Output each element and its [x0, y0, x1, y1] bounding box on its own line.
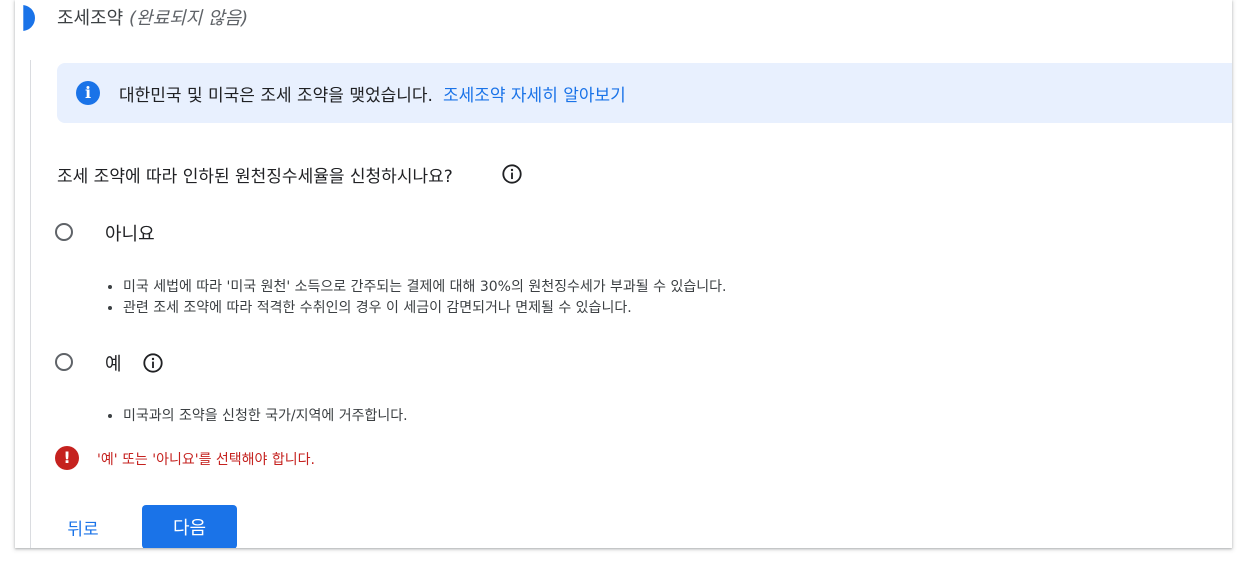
next-button[interactable]: 다음 — [142, 505, 237, 548]
radio-yes[interactable] — [55, 353, 73, 371]
help-info-icon[interactable] — [142, 352, 164, 374]
page: 조세조약 (완료되지 않음) i 대한민국 및 미국은 조세 조약을 맺었습니다… — [0, 0, 1247, 563]
list-item: 미국 세법에 따라 '미국 원천' 소득으로 간주되는 결제에 대해 30%의 … — [123, 277, 726, 298]
info-icon: i — [76, 81, 100, 105]
yes-option-details: 미국과의 조약을 신청한 국가/지역에 거주합니다. — [107, 406, 408, 427]
tax-treaty-step-card: 조세조약 (완료되지 않음) i 대한민국 및 미국은 조세 조약을 맺었습니다… — [15, 0, 1232, 548]
step-status: (완료되지 않음) — [128, 8, 249, 29]
treaty-question: 조세 조약에 따라 인하된 원천징수세율을 신청하시나요? — [57, 167, 453, 187]
list-item: 미국과의 조약을 신청한 국가/지역에 거주합니다. — [123, 406, 408, 427]
step-connector-line — [30, 60, 31, 548]
radio-no[interactable] — [55, 223, 73, 241]
help-info-icon[interactable] — [501, 163, 523, 185]
info-banner-text: 대한민국 및 미국은 조세 조약을 맺었습니다. 조세조약 자세히 알아보기 — [119, 81, 626, 106]
learn-more-link[interactable]: 조세조약 자세히 알아보기 — [443, 86, 626, 106]
info-message: 대한민국 및 미국은 조세 조약을 맺었습니다. — [119, 86, 433, 106]
error-icon: ! — [55, 446, 79, 470]
radio-no-label: 아니요 — [105, 224, 155, 245]
list-item: 관련 조세 조약에 따라 적격한 수취인의 경우 이 세금이 감면되거나 면제될… — [123, 298, 726, 319]
radio-yes-label: 예 — [105, 354, 122, 375]
validation-error-message: '예' 또는 '아니요'를 선택해야 합니다. — [97, 452, 315, 468]
no-option-details: 미국 세법에 따라 '미국 원천' 소득으로 간주되는 결제에 대해 30%의 … — [107, 277, 726, 319]
step-title: 조세조약 (완료되지 않음) — [57, 4, 248, 30]
step-title-text: 조세조약 — [57, 8, 124, 29]
step-progress-icon — [23, 5, 35, 31]
back-button[interactable]: 뒤로 — [52, 509, 114, 545]
